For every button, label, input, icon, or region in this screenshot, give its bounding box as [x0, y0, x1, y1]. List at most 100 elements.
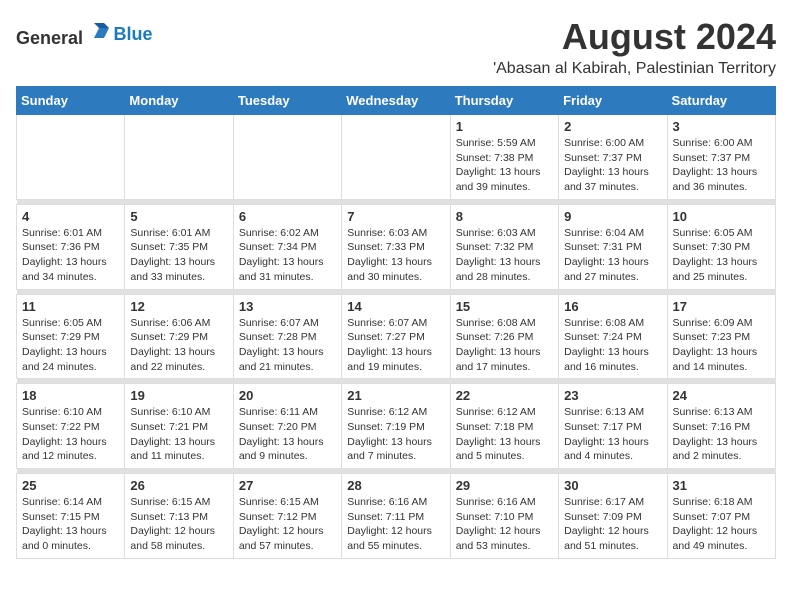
day-number: 27 [239, 478, 336, 493]
logo-icon [90, 20, 114, 44]
day-number: 10 [673, 209, 770, 224]
calendar-day-cell: 16 Sunrise: 6:08 AMSunset: 7:24 PMDayligh… [559, 294, 667, 379]
calendar-day-cell: 31Sunrise: 6:18 AMSunset: 7:07 PMDayligh… [667, 474, 775, 559]
calendar-day-cell: 9 Sunrise: 6:04 AMSunset: 7:31 PMDaylight… [559, 204, 667, 289]
day-info: Sunrise: 6:00 AMSunset: 7:37 PMDaylight:… [564, 136, 661, 195]
calendar-day-cell: 26 Sunrise: 6:15 AMSunset: 7:13 PMDayligh… [125, 474, 233, 559]
day-number: 13 [239, 299, 336, 314]
calendar-day-cell: 8 Sunrise: 6:03 AMSunset: 7:32 PMDaylight… [450, 204, 558, 289]
day-number: 29 [456, 478, 553, 493]
day-info: Sunrise: 6:07 AMSunset: 7:27 PMDaylight:… [347, 316, 444, 375]
calendar-day-cell: 2Sunrise: 6:00 AMSunset: 7:37 PMDaylight… [559, 115, 667, 200]
day-info: Sunrise: 6:15 AMSunset: 7:13 PMDaylight:… [130, 495, 227, 554]
day-info: Sunrise: 6:00 AMSunset: 7:37 PMDaylight:… [673, 136, 770, 195]
day-info: Sunrise: 6:03 AMSunset: 7:33 PMDaylight:… [347, 226, 444, 285]
logo-blue: Blue [114, 24, 153, 44]
day-number: 20 [239, 388, 336, 403]
calendar-day-cell: 1 Sunrise: 5:59 AMSunset: 7:38 PMDaylight… [450, 115, 558, 200]
calendar-day-cell: 10Sunrise: 6:05 AMSunset: 7:30 PMDayligh… [667, 204, 775, 289]
day-info: Sunrise: 6:03 AMSunset: 7:32 PMDaylight:… [456, 226, 553, 285]
day-number: 5 [130, 209, 227, 224]
day-number: 18 [22, 388, 119, 403]
calendar-day-cell: 27 Sunrise: 6:15 AMSunset: 7:12 PMDayligh… [233, 474, 341, 559]
day-number: 6 [239, 209, 336, 224]
day-of-week-header: Thursday [450, 87, 558, 115]
day-number: 21 [347, 388, 444, 403]
day-number: 22 [456, 388, 553, 403]
day-info: Sunrise: 6:05 AMSunset: 7:29 PMDaylight:… [22, 316, 119, 375]
day-info: Sunrise: 6:10 AMSunset: 7:22 PMDaylight:… [22, 405, 119, 464]
logo-general: General [16, 28, 83, 48]
calendar-day-cell: 13 Sunrise: 6:07 AMSunset: 7:28 PMDayligh… [233, 294, 341, 379]
day-number: 23 [564, 388, 661, 403]
day-info: Sunrise: 6:13 AMSunset: 7:16 PMDaylight:… [673, 405, 770, 464]
day-info: Sunrise: 6:06 AMSunset: 7:29 PMDaylight:… [130, 316, 227, 375]
day-info: Sunrise: 6:04 AMSunset: 7:31 PMDaylight:… [564, 226, 661, 285]
day-number: 19 [130, 388, 227, 403]
day-info: Sunrise: 6:09 AMSunset: 7:23 PMDaylight:… [673, 316, 770, 375]
day-info: Sunrise: 6:16 AMSunset: 7:10 PMDaylight:… [456, 495, 553, 554]
day-info: Sunrise: 6:01 AMSunset: 7:35 PMDaylight:… [130, 226, 227, 285]
day-of-week-header: Sunday [17, 87, 125, 115]
calendar-day-cell: 5 Sunrise: 6:01 AMSunset: 7:35 PMDaylight… [125, 204, 233, 289]
calendar-week-row: 25 Sunrise: 6:14 AMSunset: 7:15 PMDayligh… [17, 474, 776, 559]
calendar-day-cell: 18 Sunrise: 6:10 AMSunset: 7:22 PMDayligh… [17, 384, 125, 469]
day-of-week-header: Tuesday [233, 87, 341, 115]
calendar-day-cell: 22 Sunrise: 6:12 AMSunset: 7:18 PMDayligh… [450, 384, 558, 469]
calendar-day-cell [125, 115, 233, 200]
calendar-day-cell: 11 Sunrise: 6:05 AMSunset: 7:29 PMDayligh… [17, 294, 125, 379]
calendar-day-cell: 19Sunrise: 6:10 AMSunset: 7:21 PMDayligh… [125, 384, 233, 469]
day-number: 9 [564, 209, 661, 224]
day-number: 17 [673, 299, 770, 314]
calendar-week-row: 18 Sunrise: 6:10 AMSunset: 7:22 PMDayligh… [17, 384, 776, 469]
day-info: Sunrise: 5:59 AMSunset: 7:38 PMDaylight:… [456, 136, 553, 195]
day-info: Sunrise: 6:16 AMSunset: 7:11 PMDaylight:… [347, 495, 444, 554]
calendar-day-cell: 30 Sunrise: 6:17 AMSunset: 7:09 PMDayligh… [559, 474, 667, 559]
day-number: 14 [347, 299, 444, 314]
day-number: 26 [130, 478, 227, 493]
calendar-day-cell: 3 Sunrise: 6:00 AMSunset: 7:37 PMDaylight… [667, 115, 775, 200]
calendar-day-cell [17, 115, 125, 200]
day-info: Sunrise: 6:17 AMSunset: 7:09 PMDaylight:… [564, 495, 661, 554]
calendar-day-cell: 12Sunrise: 6:06 AMSunset: 7:29 PMDayligh… [125, 294, 233, 379]
day-of-week-header: Monday [125, 87, 233, 115]
calendar-week-row: 1 Sunrise: 5:59 AMSunset: 7:38 PMDaylight… [17, 115, 776, 200]
day-number: 16 [564, 299, 661, 314]
month-year-title: August 2024 [493, 16, 776, 58]
day-number: 11 [22, 299, 119, 314]
day-number: 7 [347, 209, 444, 224]
day-info: Sunrise: 6:12 AMSunset: 7:18 PMDaylight:… [456, 405, 553, 464]
day-number: 31 [673, 478, 770, 493]
logo: General Blue [16, 20, 153, 49]
calendar-day-cell: 6Sunrise: 6:02 AMSunset: 7:34 PMDaylight… [233, 204, 341, 289]
day-number: 15 [456, 299, 553, 314]
calendar-header-row: SundayMondayTuesdayWednesdayThursdayFrid… [17, 87, 776, 115]
day-info: Sunrise: 6:01 AMSunset: 7:36 PMDaylight:… [22, 226, 119, 285]
day-number: 30 [564, 478, 661, 493]
page-header: General Blue August 2024 'Abasan al Kabi… [16, 16, 776, 78]
day-info: Sunrise: 6:08 AMSunset: 7:24 PMDaylight:… [564, 316, 661, 375]
calendar-day-cell: 7 Sunrise: 6:03 AMSunset: 7:33 PMDaylight… [342, 204, 450, 289]
day-info: Sunrise: 6:14 AMSunset: 7:15 PMDaylight:… [22, 495, 119, 554]
day-number: 28 [347, 478, 444, 493]
calendar-day-cell: 17 Sunrise: 6:09 AMSunset: 7:23 PMDayligh… [667, 294, 775, 379]
calendar-table: SundayMondayTuesdayWednesdayThursdayFrid… [16, 86, 776, 559]
day-number: 8 [456, 209, 553, 224]
calendar-day-cell [342, 115, 450, 200]
day-number: 1 [456, 119, 553, 134]
calendar-day-cell [233, 115, 341, 200]
calendar-week-row: 4 Sunrise: 6:01 AMSunset: 7:36 PMDaylight… [17, 204, 776, 289]
day-number: 24 [673, 388, 770, 403]
calendar-day-cell: 28 Sunrise: 6:16 AMSunset: 7:11 PMDayligh… [342, 474, 450, 559]
calendar-day-cell: 25 Sunrise: 6:14 AMSunset: 7:15 PMDayligh… [17, 474, 125, 559]
calendar-day-cell: 15Sunrise: 6:08 AMSunset: 7:26 PMDayligh… [450, 294, 558, 379]
day-info: Sunrise: 6:11 AMSunset: 7:20 PMDaylight:… [239, 405, 336, 464]
day-number: 3 [673, 119, 770, 134]
calendar-day-cell: 4 Sunrise: 6:01 AMSunset: 7:36 PMDaylight… [17, 204, 125, 289]
day-info: Sunrise: 6:07 AMSunset: 7:28 PMDaylight:… [239, 316, 336, 375]
day-number: 4 [22, 209, 119, 224]
day-info: Sunrise: 6:15 AMSunset: 7:12 PMDaylight:… [239, 495, 336, 554]
day-number: 25 [22, 478, 119, 493]
title-block: August 2024 'Abasan al Kabirah, Palestin… [493, 16, 776, 78]
location-title: 'Abasan al Kabirah, Palestinian Territor… [493, 60, 776, 78]
